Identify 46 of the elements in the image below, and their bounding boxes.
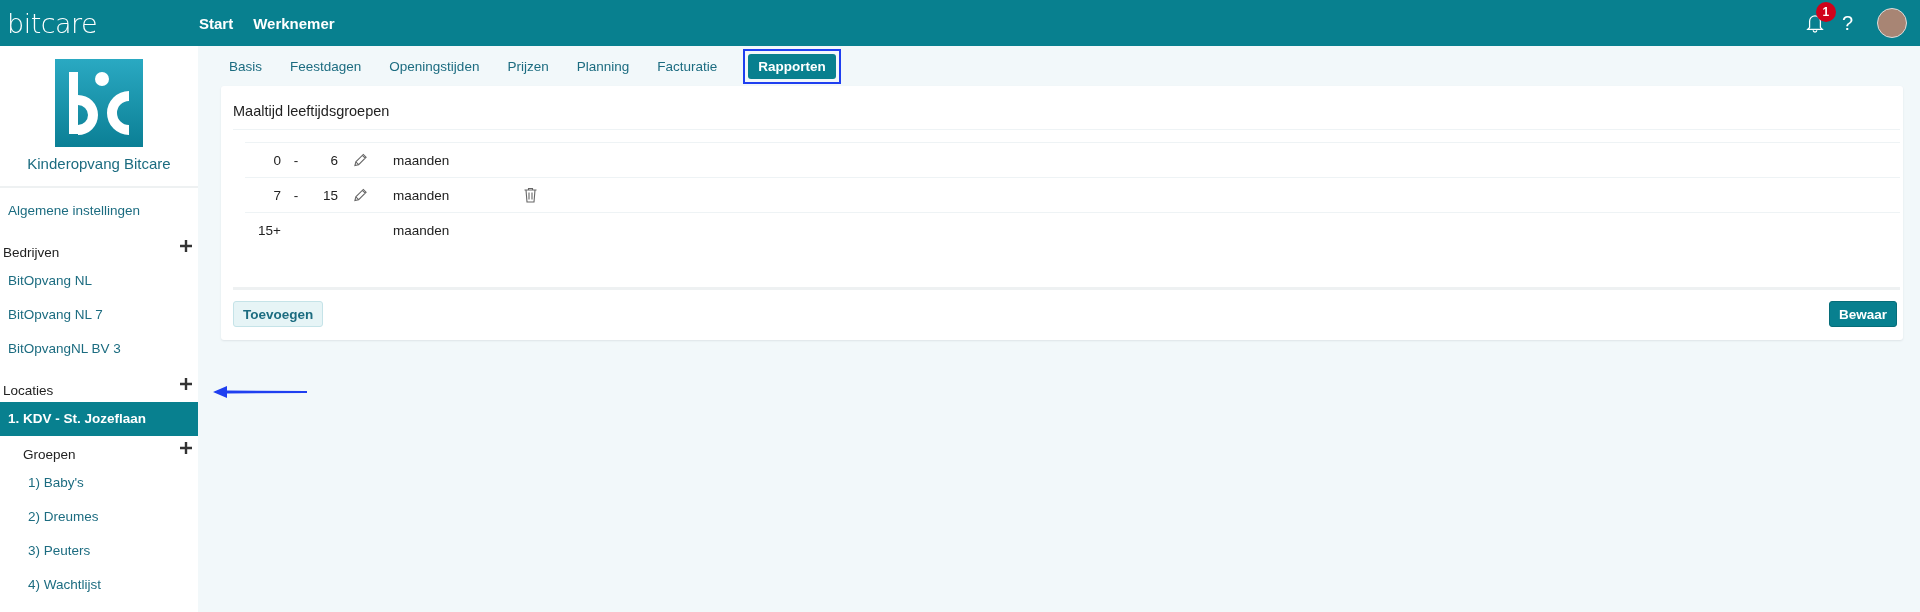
- unit-label: maanden: [393, 187, 451, 203]
- tab[interactable]: Openingstijden: [381, 53, 488, 79]
- unit-label: maanden: [393, 152, 451, 168]
- add-icon[interactable]: [180, 240, 192, 252]
- sidebar-item[interactable]: BitOpvang NL: [0, 264, 198, 298]
- nav-link[interactable]: Start: [199, 14, 234, 32]
- bell-icon[interactable]: [1805, 13, 1824, 33]
- logo[interactable]: bitcare: [7, 7, 187, 39]
- tab[interactable]: Feestdagen: [282, 53, 370, 79]
- sidebar-item[interactable]: 3) Peuters: [0, 534, 198, 568]
- add-icon[interactable]: [180, 378, 192, 390]
- tab[interactable]: Prijzen: [499, 53, 557, 79]
- age-from: 0: [272, 152, 281, 168]
- sidebar-item[interactable]: 1. KDV - St. Jozeflaan: [0, 402, 198, 436]
- trash-icon[interactable]: [523, 187, 538, 203]
- range-separator: -: [293, 187, 299, 203]
- notification-badge: 1: [1815, 2, 1836, 22]
- tab[interactable]: Facturatie: [649, 53, 726, 79]
- range-separator: -: [293, 152, 299, 168]
- age-from: 7: [272, 187, 281, 203]
- sidebar-item[interactable]: 4) Wachtlijst: [0, 568, 198, 602]
- sidebar-link[interactable]: Algemene instellingen: [0, 194, 198, 228]
- tab[interactable]: Basis: [221, 53, 270, 79]
- organization-name: Kinderopvang Bitcare: [27, 155, 171, 172]
- age-to: 6: [330, 152, 338, 168]
- nav-link[interactable]: Werknemer: [253, 14, 335, 32]
- card-title: Maaltijd leeftijdsgroepen: [233, 86, 1900, 130]
- sidebar-item[interactable]: 2) Dreumes: [0, 500, 198, 534]
- age-to: 15: [322, 187, 338, 203]
- sidebar-item[interactable]: BitOpvangNL BV 3: [0, 332, 198, 366]
- unit-label: maanden: [393, 222, 451, 238]
- add-button[interactable]: Toevoegen: [233, 301, 324, 327]
- tab[interactable]: Planning: [568, 53, 638, 79]
- save-button[interactable]: Bewaar: [1828, 301, 1897, 327]
- sidebar-item[interactable]: 1) Baby's: [0, 466, 198, 500]
- section-title: Groepen: [23, 446, 76, 464]
- tab[interactable]: Rapporten: [748, 53, 836, 79]
- sidebar-item[interactable]: BitOpvang NL 7: [0, 298, 198, 332]
- add-icon[interactable]: [180, 442, 192, 454]
- help-link[interactable]: ?: [1841, 11, 1853, 35]
- avatar[interactable]: [1877, 8, 1907, 38]
- pencil-icon[interactable]: [353, 187, 368, 203]
- age-from: 15+: [257, 222, 281, 238]
- pencil-icon[interactable]: [353, 152, 368, 168]
- section-title: Locaties: [3, 382, 54, 400]
- section-title: Bedrijven: [3, 244, 60, 262]
